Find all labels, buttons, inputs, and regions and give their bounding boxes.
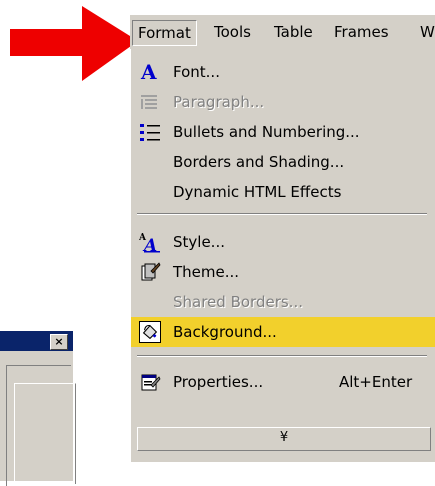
- menu-item-label: Background...: [173, 323, 277, 341]
- menu-item-borders-and-shading[interactable]: Borders and Shading...: [131, 147, 435, 177]
- dialog-panel-inner: [14, 383, 76, 484]
- menu-item-label: Shared Borders...: [173, 293, 303, 311]
- paragraph-icon: [141, 95, 157, 109]
- menu-item-bullets-and-numbering[interactable]: Bullets and Numbering...: [131, 117, 435, 147]
- menu-item-label: Borders and Shading...: [173, 153, 345, 171]
- menu-item-properties[interactable]: Properties... Alt+Enter: [131, 367, 435, 397]
- menu-item-label: Theme...: [173, 263, 240, 281]
- red-arrow-callout: [10, 6, 138, 81]
- menu-item-background[interactable]: Background...: [131, 317, 435, 347]
- svg-text:A: A: [140, 61, 157, 83]
- menu-separator: [137, 213, 427, 215]
- svg-text:A: A: [142, 236, 157, 253]
- menu-item-style[interactable]: A A Style...: [131, 227, 435, 257]
- bullets-icon: [140, 124, 160, 141]
- background-icon: [139, 321, 161, 343]
- properties-icon: [141, 374, 161, 391]
- menu-window[interactable]: W: [416, 20, 435, 44]
- menu-item-label: Dynamic HTML Effects: [173, 183, 342, 201]
- menu-item-label: Font...: [173, 63, 220, 81]
- menu-item-font[interactable]: A Font...: [131, 57, 435, 87]
- chevron-down-icon: ¥: [279, 430, 289, 445]
- menu-item-label: Paragraph...: [173, 93, 265, 111]
- font-icon: A: [140, 61, 157, 83]
- menu-item-theme[interactable]: Theme...: [131, 257, 435, 287]
- close-icon[interactable]: ×: [50, 334, 68, 350]
- menu-item-shortcut: Alt+Enter: [339, 373, 413, 391]
- theme-icon: [141, 262, 161, 281]
- menu-separator: [137, 355, 427, 357]
- style-icon: A A: [139, 233, 160, 253]
- menu-item-dynamic-html-effects[interactable]: Dynamic HTML Effects: [131, 177, 435, 207]
- menu-expand-button[interactable]: ¥: [137, 427, 431, 451]
- menu-item-label: Bullets and Numbering...: [173, 123, 360, 141]
- format-menu-dropdown: A Font... Paragraph... Bullets and Numbe…: [130, 49, 435, 462]
- menu-table[interactable]: Table: [270, 20, 317, 44]
- menu-frames[interactable]: Frames: [330, 20, 393, 44]
- menu-item-label: Style...: [173, 233, 225, 251]
- menu-tools[interactable]: Tools: [210, 20, 255, 44]
- menu-item-label: Properties...: [173, 373, 264, 391]
- background-dialog-fragment: ×: [0, 331, 76, 486]
- menu-item-paragraph: Paragraph...: [131, 87, 435, 117]
- menu-format[interactable]: Format: [132, 20, 197, 46]
- menu-bar: Format Tools Table Frames W: [130, 15, 435, 49]
- menu-item-shared-borders: Shared Borders...: [131, 287, 435, 317]
